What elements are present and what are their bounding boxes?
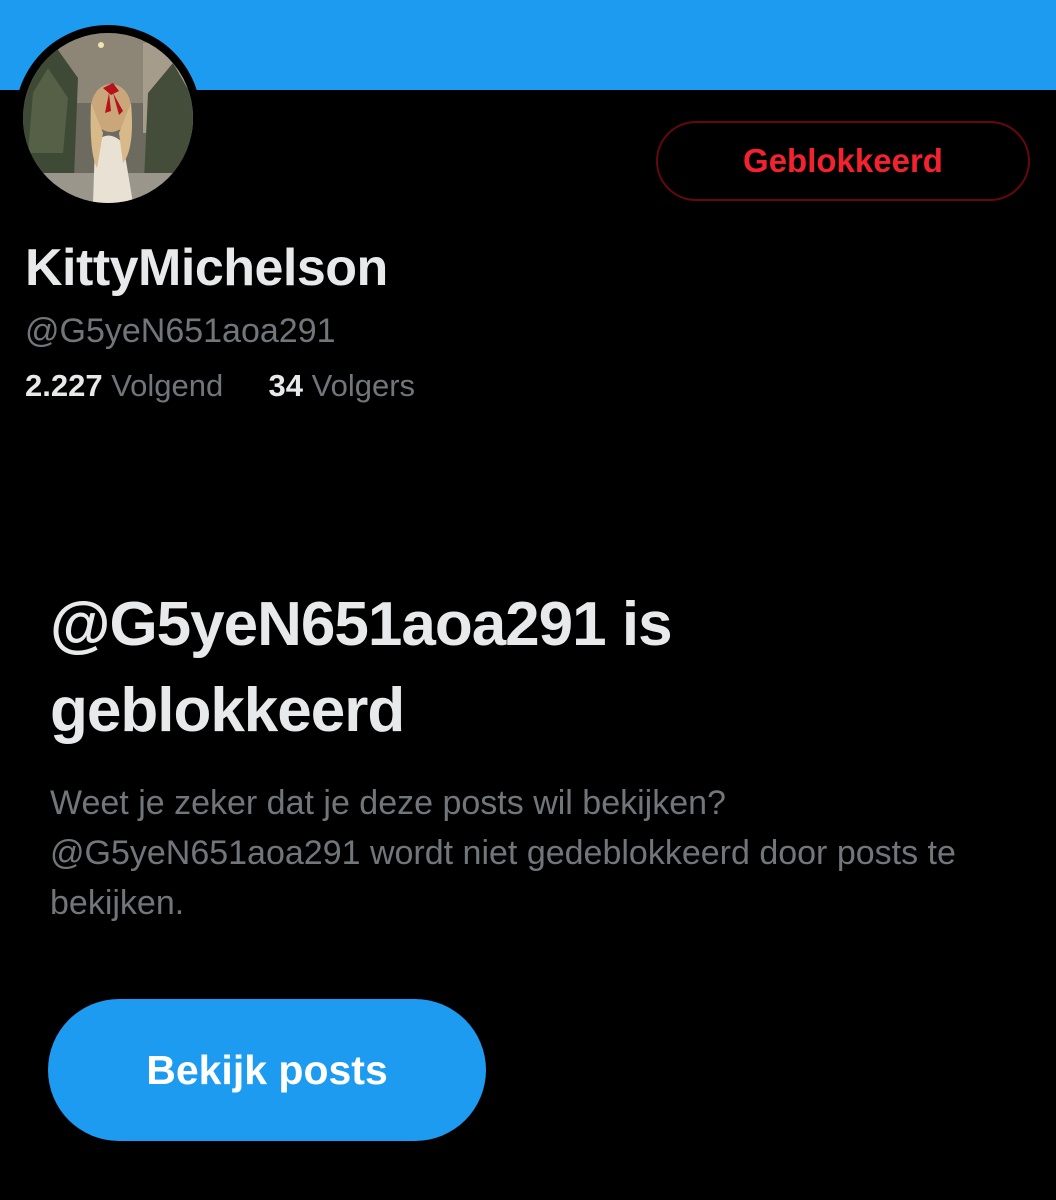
- view-posts-button[interactable]: Bekijk posts: [48, 999, 486, 1141]
- profile-photo-icon: [23, 33, 193, 203]
- blocked-notice-description: Weet je zeker dat je deze posts wil beki…: [50, 784, 956, 922]
- followers-count: 34: [268, 368, 303, 403]
- followers-link[interactable]: 34 Volgers: [269, 368, 416, 403]
- following-label: Volgend: [111, 368, 224, 403]
- display-name: KittyMichelson: [25, 239, 388, 297]
- profile-stats: 2.227 Volgend 34 Volgers: [25, 368, 415, 404]
- following-link[interactable]: 2.227 Volgend: [25, 368, 232, 403]
- following-count: 2.227: [25, 368, 103, 403]
- blocked-button[interactable]: Geblokkeerd: [656, 121, 1030, 201]
- followers-label: Volgers: [311, 368, 416, 403]
- avatar[interactable]: [15, 25, 201, 211]
- blocked-notice-title: @G5yeN651aoa291 is geblokkeerd: [50, 590, 673, 745]
- profile-handle: @G5yeN651aoa291: [25, 312, 336, 350]
